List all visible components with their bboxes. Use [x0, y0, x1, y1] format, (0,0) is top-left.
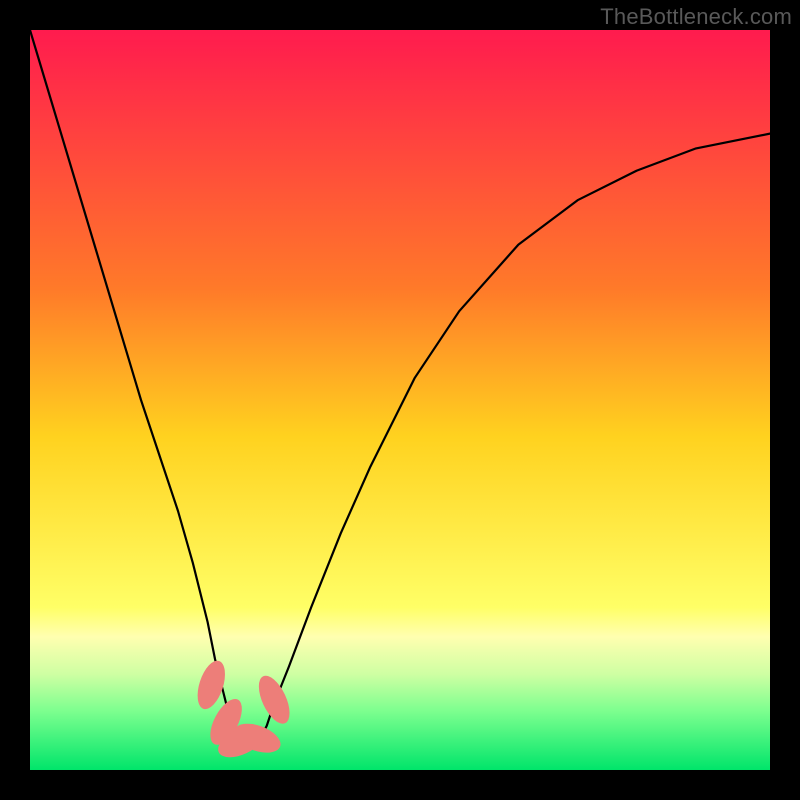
watermark-text: TheBottleneck.com — [600, 4, 792, 30]
bottleneck-chart — [30, 30, 770, 770]
plot-area — [30, 30, 770, 770]
chart-frame: TheBottleneck.com — [0, 0, 800, 800]
